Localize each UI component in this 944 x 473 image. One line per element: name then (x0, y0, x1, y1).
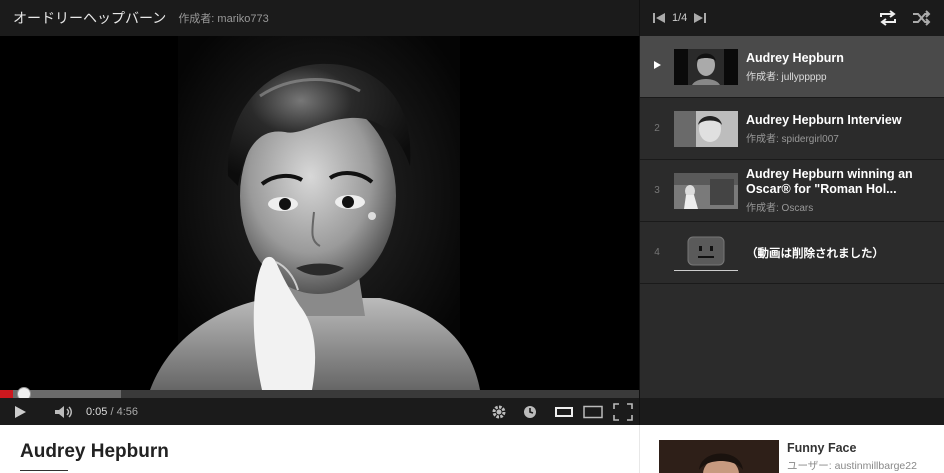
playlist-item[interactable]: 2 Audrey Hepburn Interview 作成者: spidergi… (640, 98, 944, 160)
item-thumbnail (674, 234, 738, 271)
time-display: 0:05 / 4:56 (86, 406, 138, 418)
playlist-item[interactable]: Audrey Hepburn 作成者: jullyppppp (640, 36, 944, 98)
item-index: 4 (654, 247, 660, 258)
item-thumbnail (674, 110, 738, 147)
player-controls: 0:05 / 4:56 (0, 398, 639, 425)
play-button[interactable] (0, 398, 40, 425)
repeat-button[interactable] (878, 10, 898, 26)
volume-button[interactable] (50, 398, 78, 425)
volume-icon (55, 405, 72, 418)
recommended-title[interactable]: Funny Face (787, 441, 856, 455)
small-player-icon (555, 406, 573, 417)
shuffle-icon (913, 10, 931, 26)
duration: 4:56 (116, 405, 139, 418)
item-index: 3 (654, 185, 660, 196)
playlist-options (878, 10, 932, 26)
playlist-item-deleted[interactable]: 4 （動画は削除されました） (640, 222, 944, 284)
repeat-icon (880, 10, 896, 26)
fullscreen-icon (613, 402, 633, 421)
video-frame[interactable] (0, 36, 639, 390)
item-author: 作成者: spidergirl007 (746, 133, 839, 145)
previous-button[interactable] (652, 12, 666, 24)
playlist-header: オードリーヘップバーン 作成者: mariko773 (0, 0, 639, 36)
item-thumbnail (674, 172, 738, 209)
item-title: Audrey Hepburn (746, 50, 844, 65)
column-divider (639, 425, 640, 473)
previous-icon (653, 13, 665, 23)
item-title: Audrey Hepburn Interview (746, 112, 902, 127)
playlist-panel: 1/4 Audrey Hepburn 作成者: jullyppppp 2 Aud… (639, 0, 944, 425)
item-index: 2 (654, 123, 660, 134)
title-underline (20, 470, 68, 471)
item-meta: Audrey Hepburn winning an Oscar® for "Ro… (746, 167, 931, 214)
item-author: 作成者: jullyppppp (746, 71, 827, 83)
recommended-thumbnail[interactable] (659, 440, 779, 473)
settings-button[interactable] (491, 404, 507, 420)
playlist-title[interactable]: オードリーヘップバーン (13, 8, 166, 28)
now-playing-icon (654, 61, 661, 69)
item-meta: Audrey Hepburn 作成者: jullyppppp (746, 51, 931, 83)
playlist-nav: 1/4 (640, 0, 944, 36)
video-page: オードリーヘップバーン 作成者: mariko773 0:05 / 4:56 1… (0, 0, 944, 473)
right-controls (491, 402, 639, 421)
video-info: Audrey Hepburn Funny Face ユーザー: austinmi… (0, 425, 944, 473)
play-icon (15, 405, 26, 418)
item-author: 作成者: Oscars (746, 203, 814, 214)
video-still (0, 36, 639, 390)
recommended-user[interactable]: ユーザー: austinmillbarge22 (787, 458, 917, 473)
large-player-button[interactable] (583, 405, 603, 419)
playlist-author[interactable]: 作成者: mariko773 (178, 10, 268, 26)
settings-icon (492, 405, 506, 418)
time-separator: / (110, 405, 114, 418)
progress-bar[interactable] (0, 387, 639, 401)
next-icon (694, 13, 707, 23)
watch-later-icon (524, 405, 536, 418)
fullscreen-button[interactable] (613, 402, 633, 421)
large-player-icon (583, 405, 603, 418)
deleted-label: （動画は削除されました） (746, 247, 884, 260)
video-title: Audrey Hepburn (20, 441, 169, 462)
playlist-item[interactable]: 3 Audrey Hepburn winning an Oscar® for "… (640, 160, 944, 222)
item-thumbnail (674, 48, 738, 85)
watch-later-button[interactable] (523, 405, 537, 419)
playlist-position: 1/4 (672, 12, 688, 24)
item-title: Audrey Hepburn winning an Oscar® for "Ro… (746, 167, 913, 196)
item-meta: Audrey Hepburn Interview 作成者: spidergirl… (746, 113, 931, 145)
small-player-button[interactable] (555, 406, 573, 418)
next-button[interactable] (693, 12, 707, 24)
current-time: 0:05 (86, 405, 108, 418)
deleted-video-icon (687, 236, 725, 265)
panel-footer (640, 398, 944, 425)
now-playing-indicator (640, 61, 674, 72)
shuffle-button[interactable] (912, 10, 932, 26)
played-bar (0, 390, 13, 398)
